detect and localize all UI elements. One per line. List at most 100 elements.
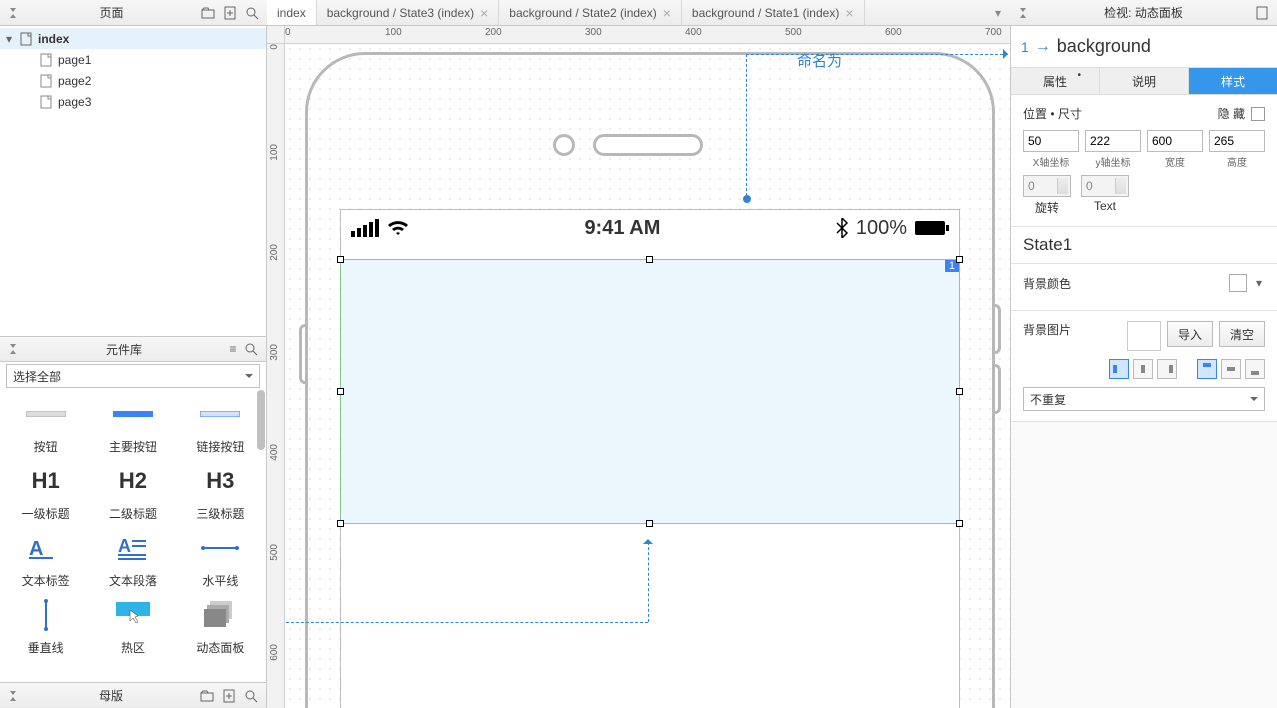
tab-notes[interactable]: 说明 <box>1100 68 1189 94</box>
widget-dynamic-panel[interactable]: 动态面板 <box>179 597 262 656</box>
text-rotation-input[interactable]: 0 <box>1081 175 1129 197</box>
library-select[interactable]: 选择全部 <box>6 364 260 388</box>
widget-thumb <box>109 597 157 633</box>
valign-bottom-icon[interactable] <box>1245 359 1265 379</box>
widget-button[interactable]: 按钮 <box>4 396 87 455</box>
resize-handle[interactable] <box>337 256 344 263</box>
rotation-input[interactable]: 0 <box>1023 175 1071 197</box>
widget-hotspot[interactable]: 热区 <box>91 597 174 656</box>
tab-style[interactable]: 样式 <box>1189 68 1277 94</box>
close-icon[interactable]: × <box>663 5 671 21</box>
widget-name[interactable]: background <box>1057 36 1151 57</box>
resize-handle[interactable] <box>956 520 963 527</box>
ruler-horizontal[interactable]: 0100200300400500600700 <box>285 26 1010 44</box>
widget-label: 垂直线 <box>28 639 64 656</box>
bg-image-well[interactable] <box>1127 321 1161 351</box>
scrollbar[interactable] <box>256 390 266 682</box>
widget-primary-button[interactable]: 主要按钮 <box>91 396 174 455</box>
inspector-page-icon[interactable] <box>1253 4 1271 22</box>
resize-handle[interactable] <box>956 388 963 395</box>
widget-thumb <box>109 396 157 432</box>
widget-h2[interactable]: H2二级标题 <box>91 463 174 522</box>
resize-handle[interactable] <box>956 256 963 263</box>
hide-checkbox[interactable] <box>1251 107 1265 121</box>
add-page-icon[interactable] <box>221 4 239 22</box>
widget-label: 动态面板 <box>196 639 244 656</box>
repeat-select[interactable]: 不重复 <box>1023 387 1265 411</box>
resize-handle[interactable] <box>337 388 344 395</box>
ruler-vertical[interactable]: 0100200300400500600 <box>267 44 285 708</box>
valign-group <box>1197 359 1265 379</box>
library-title: 元件库 <box>24 341 224 358</box>
widget-label: 热区 <box>121 639 145 656</box>
add-master-folder-icon[interactable] <box>198 687 216 705</box>
halign-center-icon[interactable] <box>1133 359 1153 379</box>
page-icon <box>40 53 54 67</box>
annotation-line <box>746 54 1008 55</box>
library-menu-icon[interactable]: ≡ <box>224 340 242 358</box>
widget-label: 主要按钮 <box>109 438 157 455</box>
close-icon[interactable]: × <box>480 5 488 21</box>
y-input[interactable] <box>1085 130 1141 152</box>
inspector-title: 检视: 动态面板 <box>1034 4 1253 21</box>
close-icon[interactable]: × <box>845 5 853 21</box>
tab-state1[interactable]: background / State1 (index)× <box>682 0 865 25</box>
inspector-name-row: 1 → background <box>1011 26 1277 67</box>
pages-collapse-icon[interactable] <box>6 4 24 22</box>
library-collapse-icon[interactable] <box>6 340 24 358</box>
add-folder-icon[interactable] <box>199 4 217 22</box>
halign-left-icon[interactable] <box>1109 359 1129 379</box>
page-tree-item[interactable]: page2 <box>0 70 266 91</box>
widget-thumb: H2 <box>109 463 157 499</box>
tab-index[interactable]: index <box>267 0 317 25</box>
canvas[interactable]: 9:41 AM 100% 1 命名为 <box>285 44 1010 708</box>
search-pages-icon[interactable] <box>243 4 261 22</box>
height-input[interactable] <box>1209 130 1265 152</box>
resize-handle[interactable] <box>337 520 344 527</box>
valign-top-icon[interactable] <box>1197 359 1217 379</box>
valign-middle-icon[interactable] <box>1221 359 1241 379</box>
import-button[interactable]: 导入 <box>1167 321 1213 347</box>
widget-paragraph[interactable]: A文本段落 <box>91 530 174 589</box>
page-tree-item[interactable]: page1 <box>0 49 266 70</box>
device-camera <box>553 134 575 156</box>
battery-percent: 100% <box>856 217 907 240</box>
tab-overflow-icon[interactable]: ▾ <box>986 0 1010 25</box>
clear-button[interactable]: 清空 <box>1219 321 1265 347</box>
widget-thumb <box>196 597 244 633</box>
page-tree-item[interactable]: page3 <box>0 91 266 112</box>
x-input[interactable] <box>1023 130 1079 152</box>
chevron-down-icon[interactable]: ▾ <box>1253 276 1265 290</box>
page-tree-root[interactable]: ▾ index <box>0 28 266 49</box>
ruler-origin <box>267 26 285 44</box>
resize-handle[interactable] <box>646 256 653 263</box>
tab-state2[interactable]: background / State2 (index)× <box>499 0 682 25</box>
resize-handle[interactable] <box>646 520 653 527</box>
masters-title: 母版 <box>24 687 198 704</box>
widget-text-label[interactable]: A文本标签 <box>4 530 87 589</box>
widget-h3[interactable]: H3三级标题 <box>179 463 262 522</box>
bg-color-swatch[interactable] <box>1229 274 1247 292</box>
add-master-icon[interactable] <box>220 687 238 705</box>
svg-text:A: A <box>118 536 131 556</box>
widget-link-button[interactable]: 链接按钮 <box>179 396 262 455</box>
widget-hr[interactable]: 水平线 <box>179 530 262 589</box>
widget-label: 文本标签 <box>22 572 70 589</box>
tab-properties[interactable]: 属性• <box>1011 68 1100 94</box>
library-search-icon[interactable] <box>242 340 260 358</box>
width-input[interactable] <box>1147 130 1203 152</box>
selected-widget[interactable]: 1 <box>340 259 960 524</box>
disclosure-triangle-icon[interactable]: ▾ <box>6 32 16 46</box>
widget-label: 按钮 <box>34 438 58 455</box>
widget-vr[interactable]: 垂直线 <box>4 597 87 656</box>
battery-icon <box>915 220 949 236</box>
inspector-collapse-icon[interactable] <box>1016 4 1034 22</box>
tab-state3[interactable]: background / State3 (index)× <box>317 0 500 25</box>
halign-right-icon[interactable] <box>1157 359 1177 379</box>
widget-h1[interactable]: H1一级标题 <box>4 463 87 522</box>
search-masters-icon[interactable] <box>242 687 260 705</box>
status-bar: 9:41 AM 100% <box>341 210 959 246</box>
page-icon <box>20 32 34 46</box>
widget-label: 水平线 <box>202 572 238 589</box>
masters-collapse-icon[interactable] <box>6 687 24 705</box>
